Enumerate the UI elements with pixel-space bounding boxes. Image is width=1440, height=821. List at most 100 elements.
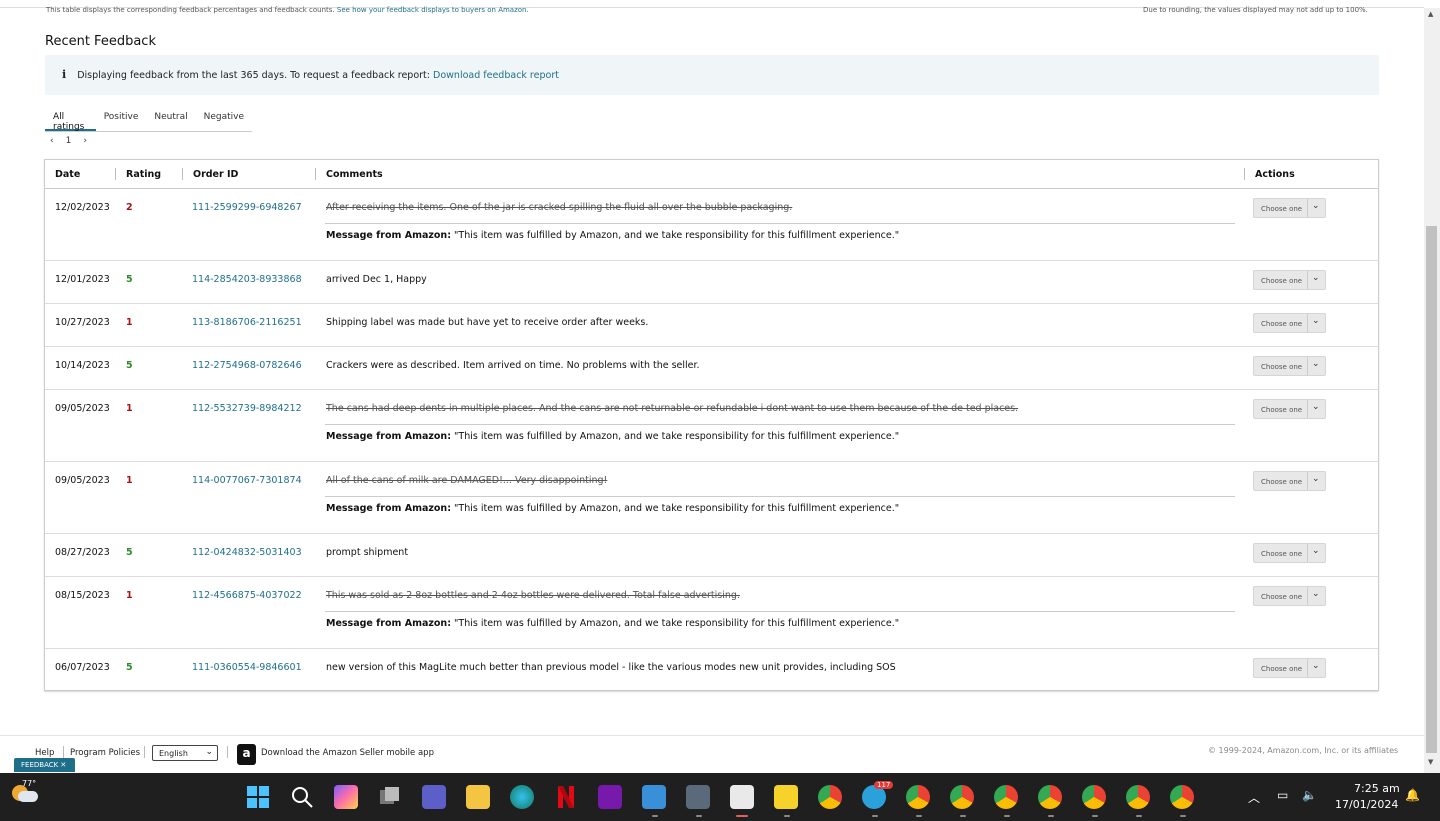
chrome-profile-icon[interactable] [994, 785, 1018, 809]
action-select[interactable]: Choose one ⌄ [1253, 198, 1326, 218]
row-rating: 2 [126, 202, 133, 213]
tab-neutral[interactable]: Neutral [146, 104, 195, 131]
clock-date[interactable]: 17/01/2024 [1335, 798, 1398, 811]
row-rating: 1 [126, 317, 133, 328]
next-page-icon[interactable]: › [83, 136, 87, 146]
sticky-notes-icon[interactable] [774, 785, 798, 809]
search-icon[interactable] [290, 785, 314, 809]
scroll-down-icon[interactable]: ▼ [1428, 758, 1433, 766]
table-note: This table displays the corresponding fe… [46, 6, 529, 14]
running-indicator [1136, 815, 1142, 817]
copilot-icon[interactable] [334, 785, 358, 809]
chevron-down-icon: ⌄ [1312, 546, 1320, 556]
order-id-link[interactable]: 111-2599299-6948267 [192, 202, 302, 213]
prev-page-icon[interactable]: ‹ [50, 136, 54, 146]
copyright: © 1999-2024, Amazon.com, Inc. or its aff… [1208, 746, 1399, 755]
scrollbar-thumb[interactable] [1426, 226, 1437, 753]
order-id-link[interactable]: 114-0077067-7301874 [192, 475, 302, 486]
seller-app-link[interactable]: Download the Amazon Seller mobile app [261, 748, 434, 758]
chevron-down-icon: ⌄ [1312, 201, 1320, 211]
row-date: 09/05/2023 [55, 403, 110, 414]
amazon-message: Message from Amazon: "This item was fulf… [326, 230, 899, 241]
snipping-tool-icon[interactable] [730, 785, 754, 809]
running-indicator [1004, 815, 1010, 817]
action-select[interactable]: Choose one ⌄ [1253, 586, 1326, 606]
running-indicator [1092, 815, 1098, 817]
task-view-icon[interactable] [378, 785, 402, 809]
footer-divider [227, 746, 228, 758]
order-id-link[interactable]: 112-2754968-0782646 [192, 360, 302, 371]
header-order-id[interactable]: Order ID [193, 169, 238, 180]
feedback-widget-tab[interactable]: FEEDBACK ✕ [14, 758, 75, 772]
chrome-profile-icon[interactable] [1038, 785, 1062, 809]
start-icon[interactable] [246, 785, 270, 809]
action-select[interactable]: Choose one ⌄ [1253, 658, 1326, 678]
row-comment: Crackers were as described. Item arrived… [326, 360, 700, 371]
action-select[interactable]: Choose one ⌄ [1253, 399, 1326, 419]
action-select[interactable]: Choose one ⌄ [1253, 471, 1326, 491]
select-divider [1307, 357, 1308, 375]
scroll-up-icon[interactable]: ▲ [1428, 10, 1433, 18]
netflix-icon[interactable] [554, 785, 578, 809]
amazon-message-label: Message from Amazon: [326, 431, 451, 442]
chrome-icon[interactable] [818, 785, 842, 809]
header-rating[interactable]: Rating [126, 169, 161, 180]
cloud-icon [18, 791, 38, 802]
order-id-link[interactable]: 112-0424832-5031403 [192, 547, 302, 558]
chevron-up-icon[interactable]: ︿ [1248, 789, 1260, 806]
select-divider [1307, 314, 1308, 332]
amazon-message: Message from Amazon: "This item was fulf… [326, 431, 899, 442]
row-comment: This was sold as 2 8oz bottles and 2 4oz… [326, 590, 740, 601]
clock-time[interactable]: 7:25 am [1354, 782, 1400, 795]
chrome-profile-icon[interactable] [950, 785, 974, 809]
edge-icon[interactable] [510, 785, 534, 809]
chevron-down-icon: ⌄ [1312, 589, 1320, 599]
action-select[interactable]: Choose one ⌄ [1253, 313, 1326, 333]
chrome-profile-icon[interactable] [1126, 785, 1150, 809]
language-select[interactable]: English ⌄ [152, 745, 218, 761]
select-divider [1307, 400, 1308, 418]
page-scrollbar[interactable]: ▲ ▼ [1424, 8, 1440, 773]
action-select-label: Choose one [1261, 320, 1303, 328]
help-link[interactable]: Help [35, 748, 54, 758]
action-select[interactable]: Choose one ⌄ [1253, 356, 1326, 376]
teams-icon[interactable] [422, 785, 446, 809]
action-select-label: Choose one [1261, 277, 1303, 285]
current-page[interactable]: 1 [66, 136, 72, 146]
order-id-link[interactable]: 113-8186706-2116251 [192, 317, 302, 328]
action-select[interactable]: Choose one ⌄ [1253, 543, 1326, 563]
program-policies-link[interactable]: Program Policies [70, 748, 140, 758]
file-explorer-icon[interactable] [466, 785, 490, 809]
amazon-app-icon[interactable]: a [237, 744, 256, 765]
chrome-profile-icon[interactable] [1170, 785, 1194, 809]
calculator-icon[interactable] [686, 785, 710, 809]
header-comments: Comments [326, 169, 383, 180]
telegram-icon[interactable]: 117 [862, 781, 894, 809]
header-date[interactable]: Date [55, 169, 80, 180]
action-select[interactable]: Choose one ⌄ [1253, 270, 1326, 290]
notepad-icon[interactable] [642, 785, 666, 809]
network-icon[interactable]: ▭ [1277, 788, 1288, 802]
tab-positive[interactable]: Positive [96, 104, 147, 131]
table-note-text: This table displays the corresponding fe… [46, 6, 335, 14]
order-id-link[interactable]: 111-0360554-9846601 [192, 662, 302, 673]
weather-widget[interactable]: 77° [12, 779, 38, 805]
header-actions: Actions [1255, 169, 1295, 180]
order-id-link[interactable]: 112-4566875-4037022 [192, 590, 302, 601]
message-divider [325, 223, 1235, 224]
row-comment: arrived Dec 1, Happy [326, 274, 427, 285]
action-select-label: Choose one [1261, 205, 1303, 213]
order-id-link[interactable]: 114-2854203-8933868 [192, 274, 302, 285]
buyer-display-link[interactable]: See how your feedback displays to buyers… [337, 6, 529, 14]
row-comment: All of the cans of milk are DAMAGED!... … [326, 475, 608, 486]
volume-icon[interactable]: 🔈 [1302, 788, 1317, 802]
order-id-link[interactable]: 112-5532739-8984212 [192, 403, 302, 414]
tab-all-ratings[interactable]: All ratings [45, 104, 96, 132]
tab-negative[interactable]: Negative [196, 104, 252, 131]
notification-icon[interactable]: 🔔 [1405, 788, 1420, 802]
onenote-icon[interactable] [598, 785, 622, 809]
download-report-link[interactable]: Download feedback report [433, 70, 559, 81]
amazon-message-label: Message from Amazon: [326, 618, 451, 629]
chrome-profile-icon[interactable] [906, 785, 930, 809]
chrome-profile-icon[interactable] [1082, 785, 1106, 809]
